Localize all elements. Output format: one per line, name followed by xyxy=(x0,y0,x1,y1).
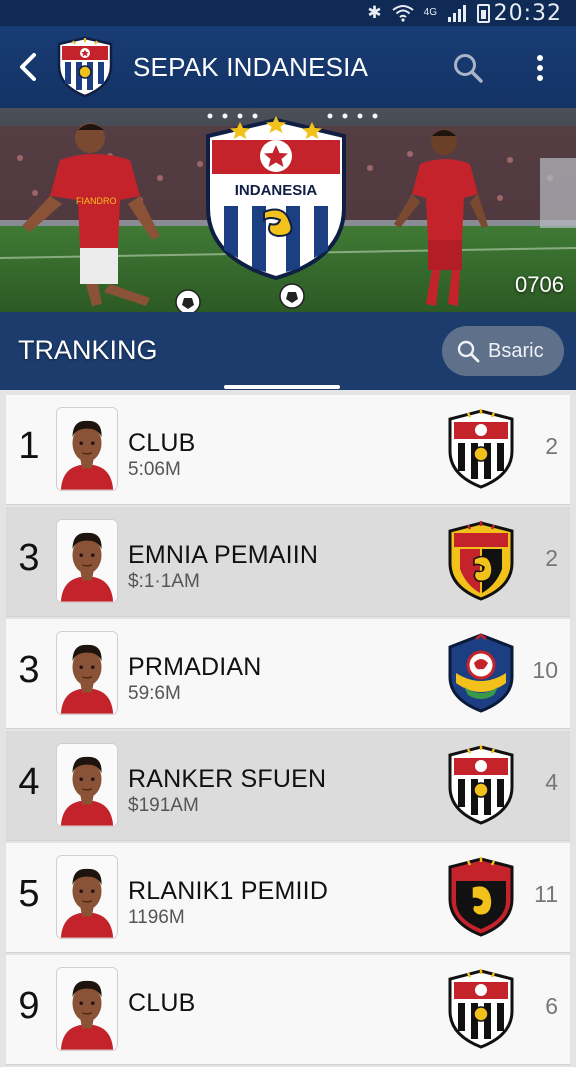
network-type: 4G xyxy=(423,7,437,18)
player-name: PRMADIAN xyxy=(128,653,262,681)
wifi-icon xyxy=(392,5,414,22)
player-value: 5:06M xyxy=(128,459,181,480)
bluetooth-icon: ✱ xyxy=(367,3,382,22)
player-avatar xyxy=(56,519,118,603)
row-count: 2 xyxy=(545,433,558,459)
ranking-row[interactable]: 5 RLANIK1 PEMIID 1196M 11 xyxy=(6,843,570,953)
club-badge-icon xyxy=(448,633,514,713)
tab-indicator xyxy=(224,385,340,389)
club-badge-icon xyxy=(448,521,514,601)
search-placeholder: Bsaric xyxy=(488,339,544,362)
more-vertical-icon[interactable] xyxy=(528,50,552,86)
hero-banner[interactable]: FIANDRO INDANESIA 0706 xyxy=(0,108,576,312)
stadium-illustration: FIANDRO INDANESIA xyxy=(0,108,576,312)
hero-counter: 0706 xyxy=(515,272,564,297)
back-arrow-icon[interactable] xyxy=(12,50,44,84)
jersey-text: FIANDRO xyxy=(76,196,117,206)
player-value: $191AM xyxy=(128,795,199,816)
app-logo xyxy=(57,36,113,98)
ranking-row[interactable]: 3 EMNIA PEMAIIN $:1·1AM 2 xyxy=(6,507,570,617)
ranking-row[interactable]: 3 PRMADIAN 59:6M 10 xyxy=(6,619,570,729)
ranking-title: TRANKING xyxy=(18,335,158,365)
status-bar: ✱ 4G 20:32 xyxy=(0,0,576,26)
rank-number: 9 xyxy=(18,985,40,1027)
rank-number: 4 xyxy=(18,761,40,803)
player-name: CLUB xyxy=(128,429,196,457)
club-badge-icon xyxy=(448,857,514,937)
player-name: CLUB xyxy=(128,989,196,1017)
club-badge-icon xyxy=(448,409,514,489)
ranking-list: 1 CLUB 5:06M 2 3 EMNIA PEMAIIN $:1·1AM 2… xyxy=(6,395,570,1067)
ranking-header: TRANKING Bsaric xyxy=(0,312,576,390)
row-count: 4 xyxy=(545,769,558,795)
app-title: SEPAK INDANESIA xyxy=(133,52,369,82)
player-avatar xyxy=(56,407,118,491)
player-value: 1196M xyxy=(128,907,185,928)
status-icons: ✱ 4G xyxy=(367,3,490,23)
club-badge-icon xyxy=(448,969,514,1049)
clock: 20:32 xyxy=(493,1,562,26)
player-avatar xyxy=(56,743,118,827)
player-avatar xyxy=(56,855,118,939)
player-name: RANKER SFUEN xyxy=(128,765,327,793)
player-value: $:1·1AM xyxy=(128,571,200,592)
row-count: 6 xyxy=(545,993,558,1019)
rank-number: 5 xyxy=(18,873,40,915)
rank-number: 1 xyxy=(18,425,40,467)
rank-number: 3 xyxy=(18,649,40,691)
row-count: 2 xyxy=(545,545,558,571)
row-count: 11 xyxy=(534,881,558,907)
ranking-row[interactable]: 4 RANKER SFUEN $191AM 4 xyxy=(6,731,570,841)
signal-icon xyxy=(448,5,466,22)
player-avatar xyxy=(56,967,118,1051)
row-count: 10 xyxy=(532,657,558,683)
rank-number: 3 xyxy=(18,537,40,579)
crest-text: INDANESIA xyxy=(235,182,318,199)
battery-icon xyxy=(477,3,490,23)
ranking-row[interactable]: 9 CLUB 6 xyxy=(6,955,570,1065)
app-bar: SEPAK INDANESIA xyxy=(0,26,576,108)
player-value: 59:6M xyxy=(128,683,181,704)
ranking-search[interactable]: Bsaric xyxy=(442,326,564,376)
player-avatar xyxy=(56,631,118,715)
search-icon[interactable] xyxy=(450,50,486,86)
ranking-row[interactable]: 1 CLUB 5:06M 2 xyxy=(6,395,570,505)
club-badge-icon xyxy=(448,745,514,825)
player-name: EMNIA PEMAIIN xyxy=(128,541,319,569)
player-name: RLANIK1 PEMIID xyxy=(128,877,329,905)
search-icon xyxy=(457,340,480,363)
